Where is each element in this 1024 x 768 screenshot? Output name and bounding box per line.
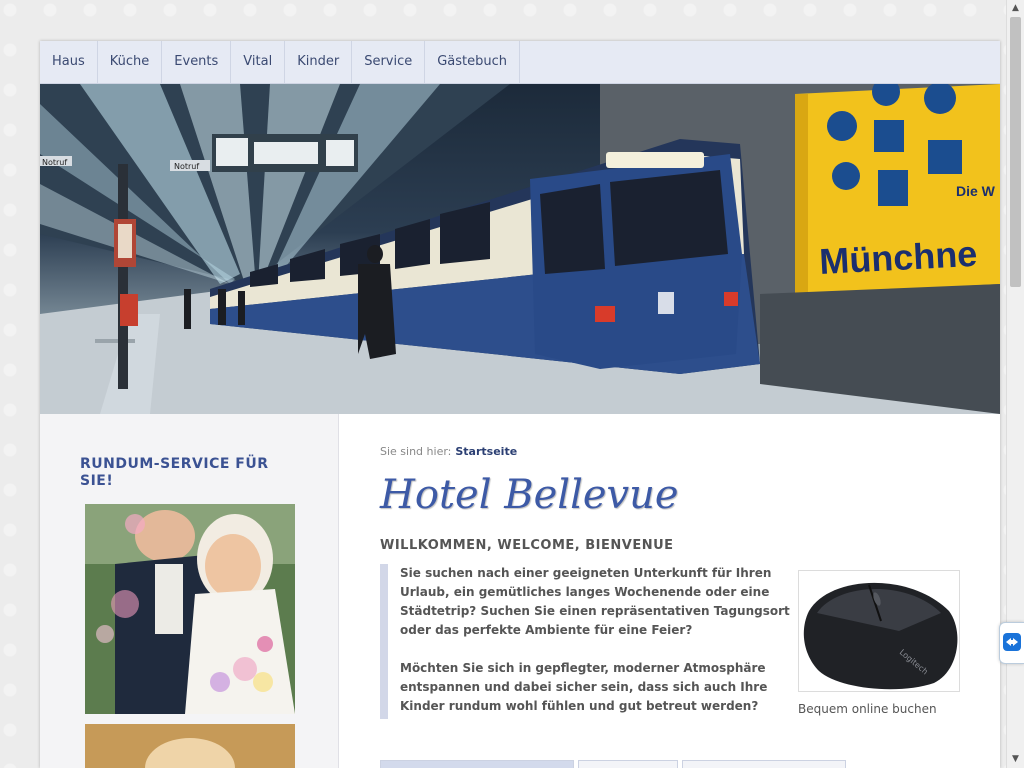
nav-item-kinder[interactable]: Kinder: [285, 41, 353, 83]
breadcrumb-prefix: Sie sind hier:: [380, 445, 452, 458]
mouse-icon: Logitech: [799, 571, 959, 691]
nav-item-haus[interactable]: Haus: [40, 41, 98, 83]
teamviewer-icon: [1003, 633, 1021, 651]
subway-illustration: Notruf Notruf Die W Münchne: [40, 84, 1000, 414]
page-container: Haus Küche Events Vital Kinder Service G…: [40, 41, 1000, 768]
booking-image[interactable]: Logitech: [798, 570, 960, 692]
site-title: Hotel Bellevue: [380, 472, 679, 518]
billboard-text-1: Die W: [956, 183, 996, 199]
scroll-thumb[interactable]: [1010, 17, 1021, 287]
nav-item-gaestebuch[interactable]: Gästebuch: [425, 41, 521, 83]
breadcrumb-link[interactable]: Startseite: [455, 445, 517, 458]
wedding-photo: [85, 504, 295, 714]
sidebar-photo-2: [85, 724, 295, 768]
billboard-text-2: Münchne: [818, 233, 978, 282]
sign-center: Notruf: [174, 162, 199, 171]
intro-paragraph-1: Sie suchen nach einer geeigneten Unterku…: [400, 566, 790, 637]
remote-support-widget[interactable]: [999, 622, 1024, 664]
nav-item-service[interactable]: Service: [352, 41, 426, 83]
nav-item-events[interactable]: Events: [162, 41, 232, 83]
intro-text: Sie suchen nach einer geeigneten Unterku…: [380, 564, 790, 719]
sidebar-title: RUNDUM-SERVICE FÜR SIE!: [80, 456, 269, 489]
scroll-up-icon[interactable]: ▲: [1007, 0, 1024, 17]
main-nav: Haus Küche Events Vital Kinder Service G…: [40, 41, 1000, 84]
welcome-heading: WILLKOMMEN, WELCOME, BIENVENUE: [380, 538, 674, 553]
intro-paragraph-2: Möchten Sie sich in gepflegter, moderner…: [400, 661, 768, 713]
tab-1[interactable]: [380, 760, 574, 768]
tab-3[interactable]: [682, 760, 846, 768]
scroll-down-icon[interactable]: ▼: [1007, 751, 1024, 768]
hero-image: Notruf Notruf Die W Münchne: [40, 84, 1000, 414]
booking-link[interactable]: Bequem online buchen: [798, 702, 937, 716]
nav-item-kueche[interactable]: Küche: [98, 41, 163, 83]
main-content: Sie sind hier: Startseite Hotel Bellevue …: [340, 414, 1000, 768]
content-tabs: [380, 760, 850, 768]
breadcrumb: Sie sind hier: Startseite: [380, 445, 517, 458]
tab-2[interactable]: [578, 760, 678, 768]
nav-item-vital[interactable]: Vital: [231, 41, 286, 83]
sidebar: RUNDUM-SERVICE FÜR SIE!: [40, 414, 339, 768]
sign-left: Notruf: [42, 158, 67, 167]
